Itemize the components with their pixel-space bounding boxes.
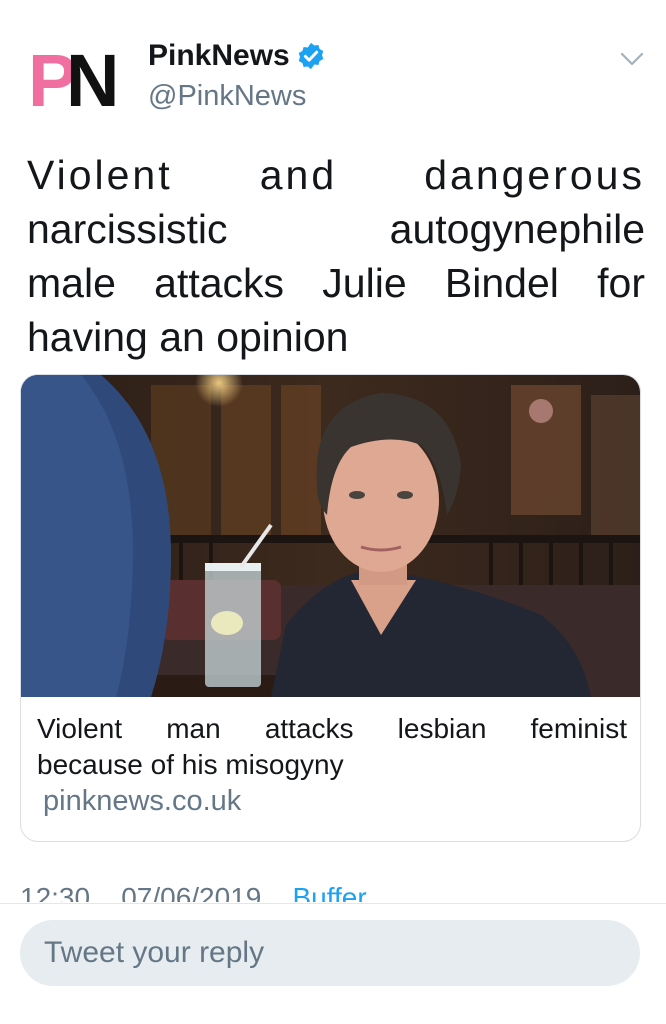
tweet-date: 07/06/2019 — [121, 882, 262, 902]
tweet-meta: 12:30 07/06/2019 Buffer — [20, 880, 367, 902]
card-domain[interactable]: pinknews.co.uk — [43, 783, 241, 819]
tweet-text-line: male attacks Julie Bindel for — [27, 260, 645, 306]
tweet-source-link[interactable]: Buffer — [292, 882, 366, 902]
name-row: PinkNews — [148, 38, 326, 74]
reply-input[interactable]: Tweet your reply — [20, 920, 640, 986]
chevron-down-icon[interactable] — [618, 48, 646, 70]
article-photo[interactable] — [21, 375, 641, 697]
display-name[interactable]: PinkNews — [148, 38, 290, 74]
svg-text:N: N — [66, 44, 119, 110]
tweet-text-line: Violent and dangerous — [27, 152, 645, 198]
user-handle[interactable]: @PinkNews — [148, 78, 306, 114]
card-title-line: Violent man attacks lesbian feminist — [37, 713, 627, 744]
tweet-text-line: narcissistic autogynephile — [27, 206, 645, 252]
card-title[interactable]: Violent man attacks lesbian feminist bec… — [37, 711, 627, 783]
tweet-header: P N PinkNews @PinkNews — [0, 0, 666, 140]
verified-badge-icon — [298, 42, 323, 70]
card-title-line: because of his misogyny — [37, 749, 344, 780]
reply-placeholder: Tweet your reply — [44, 936, 265, 969]
divider — [0, 903, 666, 904]
tweet-text: Violent and dangerous narcissistic autog… — [27, 148, 645, 364]
link-card[interactable]: Violent man attacks lesbian feminist bec… — [20, 374, 641, 842]
tweet-text-line: having an opinion — [27, 314, 349, 360]
tweet-time: 12:30 — [20, 882, 91, 902]
pinknews-logo[interactable]: P N — [28, 44, 124, 110]
